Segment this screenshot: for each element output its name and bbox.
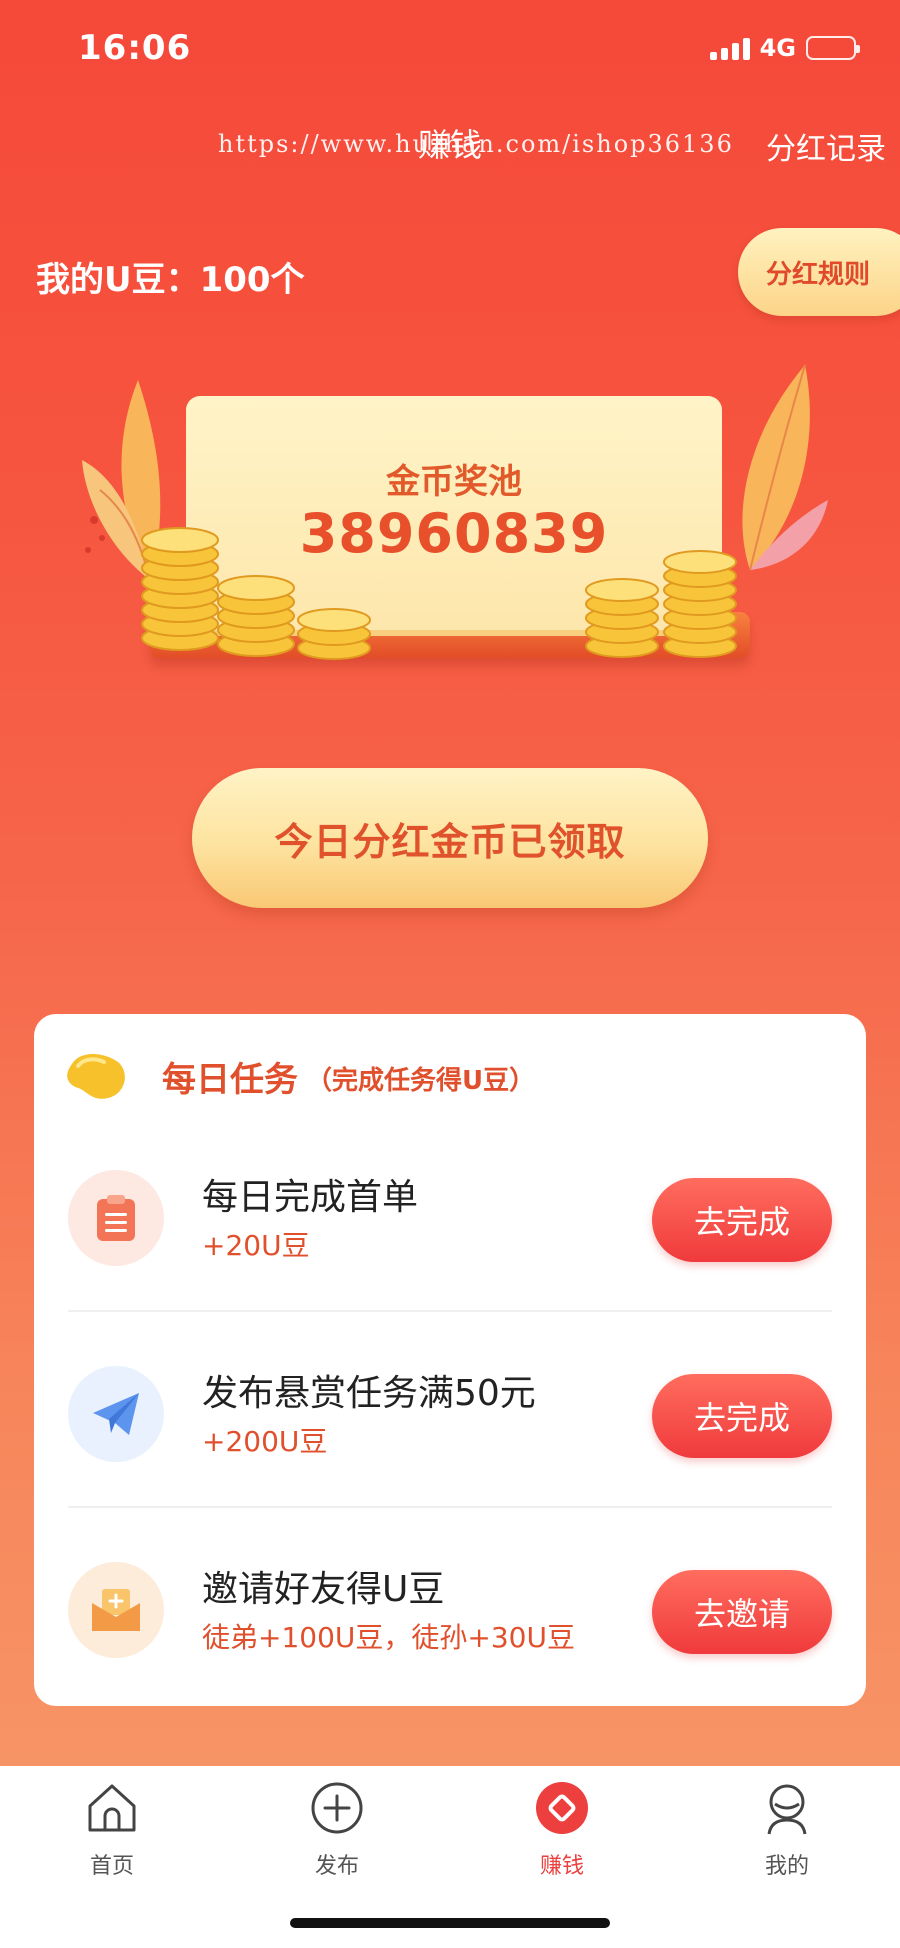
claim-dividend-label: 今日分红金币已领取 [274,819,626,864]
pool-label: 金币奖池 [386,462,522,502]
complete-task-button[interactable]: 去完成 [652,1178,832,1262]
daily-tasks-card: 每日任务 （完成任务得U豆） 每日完成首单 +20U豆 去完成 发布悬赏任务满5… [34,1014,866,1706]
coin-stack-icon [141,527,371,660]
task-reward: +20U豆 [202,1229,310,1262]
home-indicator [290,1918,610,1928]
earn-icon [536,1782,588,1834]
invite-friends-button[interactable]: 去邀请 [652,1570,832,1654]
coin-pool-board: 金币奖池 38960839 [82,360,828,670]
tab-home[interactable]: 首页 [52,1780,172,1880]
signal-icon [709,36,750,60]
tab-label: 首页 [89,1854,134,1879]
status-time: 16:06 [78,28,192,68]
watermark-text: https://www.huzhan.com/ishop36136 [218,130,734,158]
tab-mine[interactable]: 我的 [727,1780,847,1880]
daily-tasks-header: 每日任务 （完成任务得U豆） [64,1050,535,1102]
paper-plane-icon [68,1366,164,1462]
dividend-history-link[interactable]: 分红记录 [766,124,886,168]
daily-tasks-subtitle: （完成任务得U豆） [306,1065,536,1096]
task-name: 邀请好友得U豆 [202,1569,445,1610]
envelope-icon [68,1562,164,1658]
claim-dividend-button[interactable]: 今日分红金币已领取 [192,768,708,908]
divider [68,1310,832,1312]
home-icon [88,1784,136,1832]
clipboard-icon [68,1170,164,1266]
task-reward: 徒弟+100U豆，徒孙+30U豆 [202,1621,575,1654]
tab-earn[interactable]: 赚钱 [502,1780,622,1880]
tab-publish[interactable]: 发布 [277,1780,397,1880]
divider [68,1506,832,1508]
task-name: 每日完成首单 [202,1177,419,1218]
bean-icon [67,1054,125,1099]
task-name: 发布悬赏任务满50元 [202,1373,536,1414]
tab-label: 发布 [314,1854,359,1879]
earn-screen: 16:06 4G 赚钱 https://www.huzhan.com/ishop… [0,0,900,1948]
dividend-rules-button[interactable]: 分红规则 [738,228,900,316]
dividend-rules-label: 分红规则 [766,259,871,290]
person-icon [767,1784,807,1835]
task-reward: +200U豆 [202,1425,328,1458]
tab-label: 赚钱 [539,1854,584,1879]
battery-icon [806,36,860,60]
tab-label: 我的 [764,1854,809,1879]
task-row: 发布悬赏任务满50元 +200U豆 去完成 [68,1350,832,1470]
leaf-decoration-icon [742,364,828,571]
task-row: 邀请好友得U豆 徒弟+100U豆，徒孙+30U豆 去邀请 [68,1546,832,1666]
daily-tasks-title: 每日任务 [162,1059,298,1100]
status-indicators: 4G [709,34,860,62]
ubean-balance: 我的U豆：100个 [36,260,305,300]
task-row: 每日完成首单 +20U豆 去完成 [68,1154,832,1274]
plus-circle-icon [311,1782,363,1834]
coin-stack-icon [585,550,737,658]
complete-task-button[interactable]: 去完成 [652,1374,832,1458]
network-type: 4G [759,34,796,62]
